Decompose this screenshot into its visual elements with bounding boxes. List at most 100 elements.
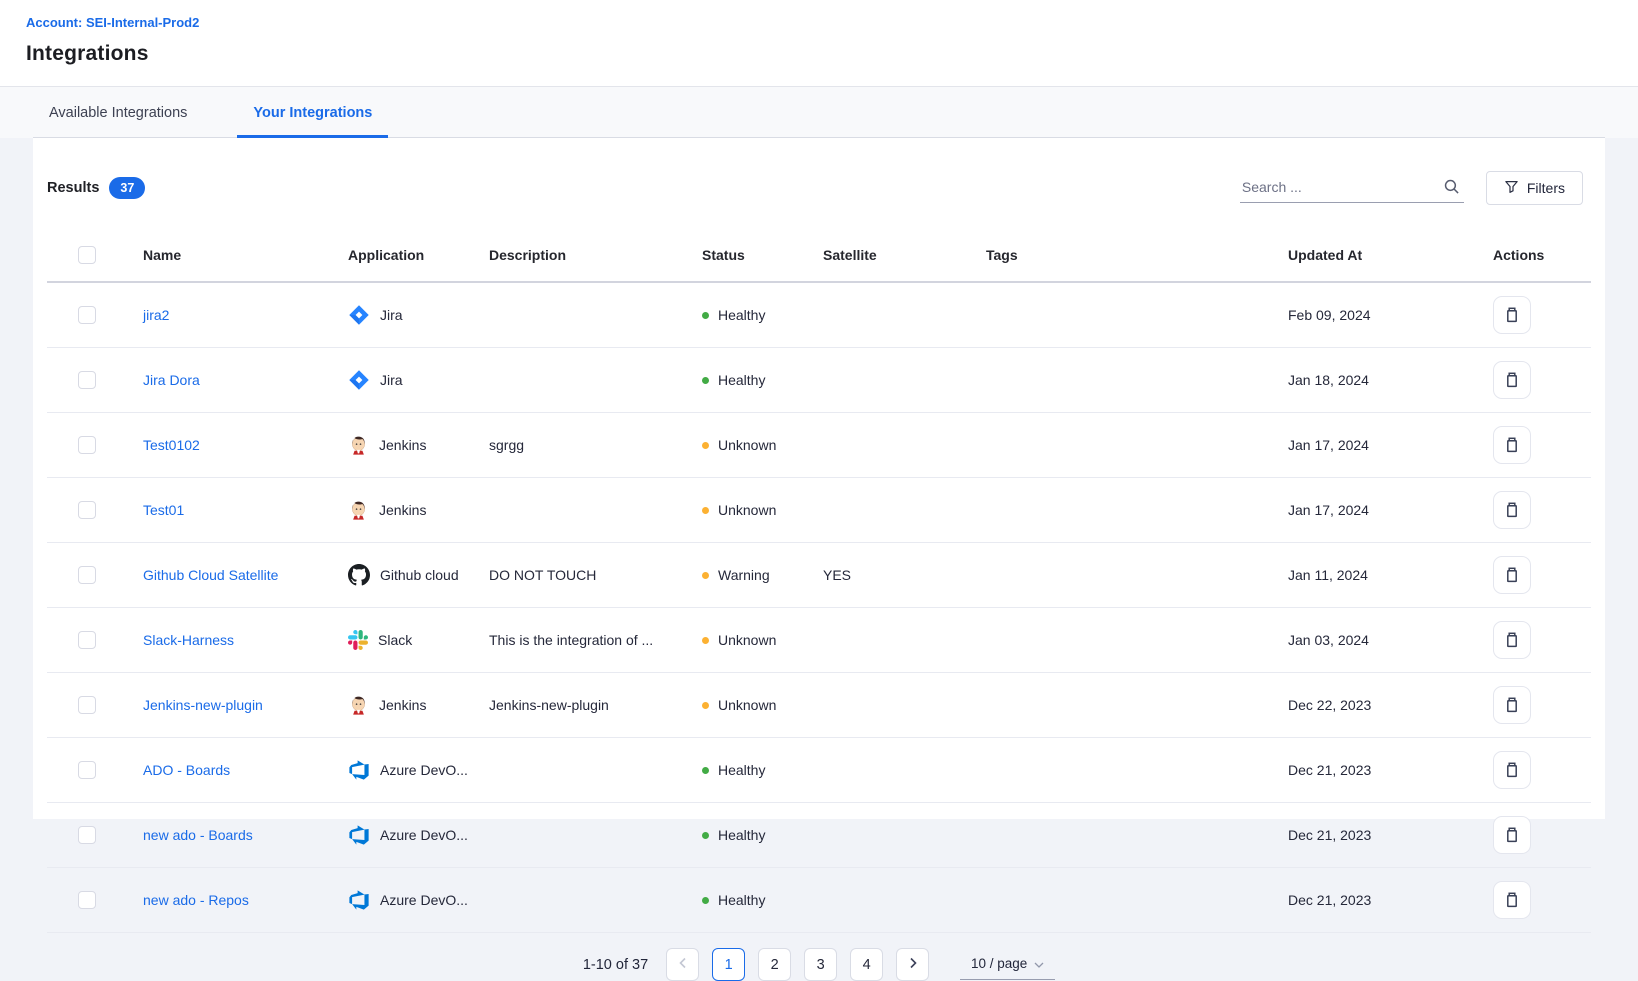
application-cell: Jenkins [342, 478, 483, 543]
delete-integration-button[interactable] [1493, 296, 1531, 334]
tags-cell [980, 738, 1282, 803]
actions-cell [1487, 608, 1591, 673]
delete-integration-button[interactable] [1493, 556, 1531, 594]
application-label: Github cloud [380, 567, 459, 583]
integration-name-link[interactable]: ADO - Boards [143, 762, 230, 778]
integration-name-link[interactable]: Github Cloud Satellite [143, 567, 278, 583]
chevron-right-icon [908, 957, 918, 973]
row-checkbox[interactable] [78, 631, 96, 649]
delete-integration-button[interactable] [1493, 751, 1531, 789]
application-label: Jenkins [379, 697, 426, 713]
jenkins-icon [348, 434, 369, 456]
delete-integration-button[interactable] [1493, 361, 1531, 399]
status-label: Healthy [718, 827, 765, 843]
pagination-page-2[interactable]: 2 [758, 948, 791, 981]
application-label: Jenkins [379, 502, 426, 518]
status-cell: Unknown [696, 608, 817, 673]
integration-name-link[interactable]: Test0102 [143, 437, 200, 453]
column-header-updated-at: Updated At [1282, 232, 1487, 282]
tags-cell [980, 803, 1282, 868]
integration-name-link[interactable]: new ado - Boards [143, 827, 253, 843]
search-input[interactable] [1240, 173, 1464, 203]
delete-integration-button[interactable] [1493, 621, 1531, 659]
integration-name-link[interactable]: Jenkins-new-plugin [143, 697, 263, 713]
table-row: new ado - BoardsAzure DevO...HealthyDec … [47, 803, 1591, 868]
delete-integration-button[interactable] [1493, 491, 1531, 529]
tags-cell [980, 608, 1282, 673]
tab-bar: Available Integrations Your Integrations [0, 87, 1638, 138]
row-checkbox[interactable] [78, 436, 96, 454]
row-checkbox[interactable] [78, 371, 96, 389]
page-size-label: 10 / page [971, 956, 1027, 971]
satellite-cell [817, 348, 980, 413]
pagination-page-1[interactable]: 1 [712, 948, 745, 981]
column-header-actions: Actions [1487, 232, 1591, 282]
application-cell: Slack [342, 608, 483, 673]
status-cell: Warning [696, 543, 817, 608]
integration-name-link[interactable]: Test01 [143, 502, 184, 518]
row-checkbox[interactable] [78, 501, 96, 519]
table-row: Slack-Harness SlackThis is the integratio… [47, 608, 1591, 673]
description-cell [483, 738, 696, 803]
integration-name-link[interactable]: Slack-Harness [143, 632, 234, 648]
row-checkbox[interactable] [78, 696, 96, 714]
pagination-page-3[interactable]: 3 [804, 948, 837, 981]
tab-available-integrations[interactable]: Available Integrations [33, 87, 203, 138]
tab-your-integrations[interactable]: Your Integrations [237, 87, 388, 138]
application-label: Azure DevO... [380, 762, 468, 778]
pagination-prev-button[interactable] [666, 948, 699, 981]
tags-cell [980, 348, 1282, 413]
account-link[interactable]: Account: SEI-Internal-Prod2 [26, 15, 199, 30]
page-size-select[interactable]: 10 / page [960, 950, 1055, 980]
column-header-name: Name [137, 232, 342, 282]
pagination-page-4[interactable]: 4 [850, 948, 883, 981]
row-checkbox[interactable] [78, 891, 96, 909]
row-checkbox[interactable] [78, 826, 96, 844]
row-checkbox[interactable] [78, 761, 96, 779]
pagination-next-button[interactable] [896, 948, 929, 981]
delete-integration-button[interactable] [1493, 426, 1531, 464]
status-label: Unknown [718, 632, 776, 648]
actions-cell [1487, 803, 1591, 868]
actions-cell [1487, 478, 1591, 543]
status-cell: Unknown [696, 413, 817, 478]
satellite-cell [817, 738, 980, 803]
row-checkbox[interactable] [78, 306, 96, 324]
delete-integration-button[interactable] [1493, 881, 1531, 919]
table-row: Test01JenkinsUnknownJan 17, 2024 [47, 478, 1591, 543]
description-cell [483, 803, 696, 868]
integration-name-link[interactable]: jira2 [143, 307, 169, 323]
status-label: Unknown [718, 697, 776, 713]
status-cell: Healthy [696, 868, 817, 933]
filters-button[interactable]: Filters [1486, 171, 1583, 205]
status-dot [702, 442, 709, 449]
search-icon [1443, 178, 1460, 200]
select-all-checkbox[interactable] [78, 246, 96, 264]
description-cell [483, 282, 696, 348]
delete-integration-button[interactable] [1493, 816, 1531, 854]
row-checkbox[interactable] [78, 566, 96, 584]
delete-integration-button[interactable] [1493, 686, 1531, 724]
satellite-cell [817, 868, 980, 933]
results: Results 37 [47, 177, 145, 199]
status-dot [702, 702, 709, 709]
row-select-cell [47, 673, 137, 738]
integration-name-link[interactable]: Jira Dora [143, 372, 200, 388]
results-label: Results [47, 180, 99, 196]
status-dot [702, 507, 709, 514]
table-row: Jenkins-new-pluginJenkinsJenkins-new-plu… [47, 673, 1591, 738]
description-cell: This is the integration of ... [483, 608, 696, 673]
application-label: Azure DevO... [380, 892, 468, 908]
azure-icon [348, 889, 370, 911]
application-label: Jira [380, 307, 403, 323]
table-row: Github Cloud SatelliteGithub cloudDO NOT… [47, 543, 1591, 608]
application-cell: Jira [342, 282, 483, 348]
filters-button-label: Filters [1527, 180, 1565, 196]
row-select-cell [47, 478, 137, 543]
integration-name-link[interactable]: new ado - Repos [143, 892, 249, 908]
application-label: Jenkins [379, 437, 426, 453]
status-dot [702, 832, 709, 839]
actions-cell [1487, 413, 1591, 478]
actions-cell [1487, 738, 1591, 803]
name-cell: Jenkins-new-plugin [137, 673, 342, 738]
